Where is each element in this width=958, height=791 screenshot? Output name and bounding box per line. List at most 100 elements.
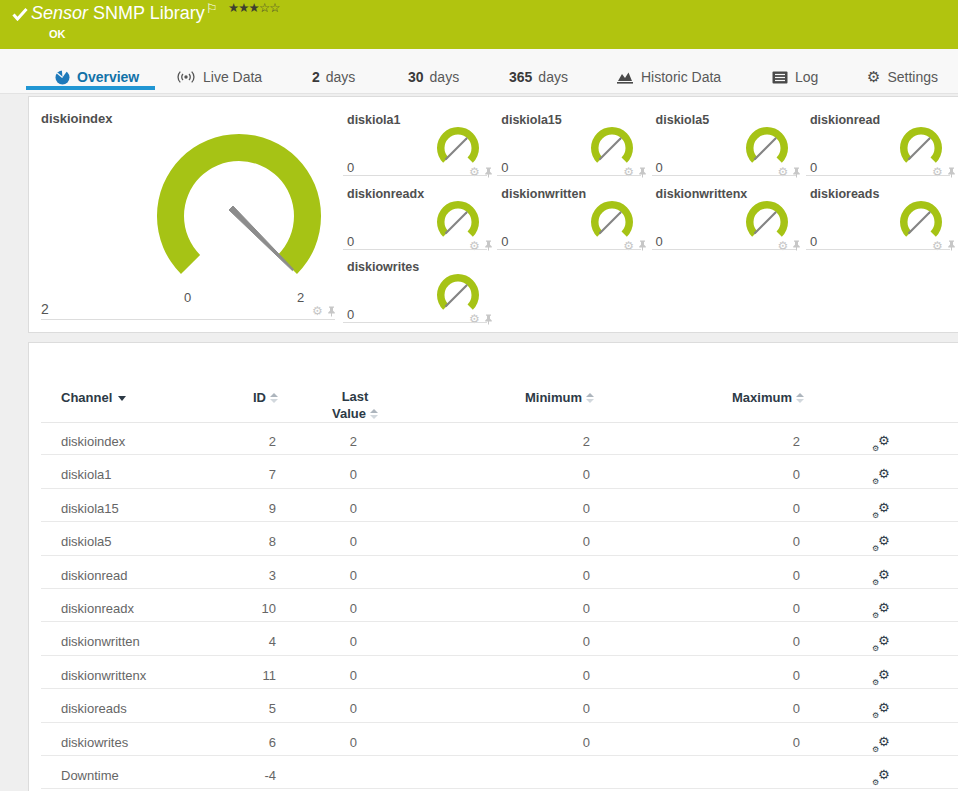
channel-minimum: 0 xyxy=(429,592,590,625)
channel-minimum: 0 xyxy=(429,625,590,658)
gauge-gear-icon[interactable]: ⚙ xyxy=(469,240,480,252)
channel-id: 8 xyxy=(161,525,276,558)
channel-settings-gears-icon[interactable]: ⚙⚙ xyxy=(872,525,898,558)
column-header-minimum[interactable]: Minimum xyxy=(429,390,594,405)
channel-last-value: 2 xyxy=(291,425,357,458)
gauge-pin-icon[interactable] xyxy=(327,306,336,317)
channel-settings-gears-icon[interactable]: ⚙⚙ xyxy=(872,759,898,791)
channel-settings-gears-icon[interactable]: ⚙⚙ xyxy=(872,692,898,725)
channel-name-link[interactable]: diskioreads xyxy=(61,692,127,725)
channel-last-value: 0 xyxy=(291,525,357,558)
log-icon xyxy=(772,71,788,84)
channel-name-link[interactable]: diskionwritten xyxy=(61,625,140,658)
live-data-icon xyxy=(176,70,196,84)
channel-settings-gears-icon[interactable]: ⚙⚙ xyxy=(872,592,898,625)
channel-name-link[interactable]: diskionwrittenx xyxy=(61,659,146,692)
gauge-gear-icon[interactable]: ⚙ xyxy=(778,240,789,252)
small-gauge-cell: diskionwrittenx 0 ⚙ xyxy=(652,187,796,254)
channel-minimum: 0 xyxy=(429,659,590,692)
column-header-last-value[interactable]: LastValue xyxy=(300,388,410,422)
channel-name-link[interactable]: diskioindex xyxy=(61,425,125,458)
channel-name-link[interactable]: diskiola1 xyxy=(61,458,112,491)
small-gauge-title: diskiola5 xyxy=(656,113,710,127)
channel-settings-gears-icon[interactable]: ⚙⚙ xyxy=(872,625,898,658)
gauges-panel: diskioindex 0 2 2 ⚙ diskiola1 0 ⚙ diskio… xyxy=(28,96,958,333)
flag-icon[interactable]: ⚐ xyxy=(206,1,218,16)
table-row: diskiowrites 6 0 0 0 ⚙⚙ xyxy=(41,723,958,756)
channel-last-value: 0 xyxy=(291,592,357,625)
small-gauge-actions: ⚙ xyxy=(623,240,647,252)
gauge-gear-icon[interactable]: ⚙ xyxy=(932,166,943,178)
small-gauge-actions: ⚙ xyxy=(778,166,802,178)
channel-minimum: 2 xyxy=(429,425,590,458)
tab-2-days[interactable]: 2 days xyxy=(312,62,355,92)
gauge-divider xyxy=(497,249,641,250)
channel-settings-gears-icon[interactable]: ⚙⚙ xyxy=(872,726,898,759)
priority-stars[interactable]: ★★★☆☆ xyxy=(228,0,280,15)
small-gauge-actions: ⚙ xyxy=(778,240,802,252)
tab-365-days[interactable]: 365 days xyxy=(509,62,568,92)
small-gauge-value: 0 xyxy=(347,160,354,175)
channel-minimum: 0 xyxy=(429,726,590,759)
channel-id: 4 xyxy=(161,625,276,658)
tab-settings[interactable]: ⚙ Settings xyxy=(867,62,938,92)
channel-maximum: 2 xyxy=(669,425,800,458)
channel-id: 6 xyxy=(161,726,276,759)
gauge-gear-icon[interactable]: ⚙ xyxy=(623,166,634,178)
tab-30-days[interactable]: 30 days xyxy=(408,62,459,92)
channel-maximum: 0 xyxy=(669,726,800,759)
table-row: diskionwritten 4 0 0 0 ⚙⚙ xyxy=(41,622,958,655)
column-header-id[interactable]: ID xyxy=(149,390,278,405)
channel-settings-gears-icon[interactable]: ⚙⚙ xyxy=(872,659,898,692)
small-gauge-cell: diskiola1 0 ⚙ xyxy=(343,113,487,180)
channel-maximum: 0 xyxy=(669,592,800,625)
gauge-gear-icon[interactable]: ⚙ xyxy=(469,313,480,325)
small-gauge-cell: diskionwritten 0 ⚙ xyxy=(497,187,641,254)
channel-settings-gears-icon[interactable]: ⚙⚙ xyxy=(872,425,898,458)
channel-name-link[interactable]: diskionread xyxy=(61,559,128,592)
table-row: diskioindex 2 2 2 2 ⚙⚙ xyxy=(41,422,958,455)
channel-minimum: 0 xyxy=(429,458,590,491)
status-badge: OK xyxy=(49,28,66,40)
channel-last-value: 0 xyxy=(291,726,357,759)
gauge-gear-icon[interactable]: ⚙ xyxy=(312,305,323,317)
channel-minimum: 0 xyxy=(429,692,590,725)
gauge-gear-icon[interactable]: ⚙ xyxy=(778,166,789,178)
channel-settings-gears-icon[interactable]: ⚙⚙ xyxy=(872,492,898,525)
historic-data-icon xyxy=(617,70,634,84)
gauge-divider xyxy=(343,175,487,176)
tab-log[interactable]: Log xyxy=(772,62,818,92)
main-gauge-actions: ⚙ xyxy=(312,305,336,317)
channels-table-panel: Channel ID LastValue Minimum Maximum dis… xyxy=(28,342,958,791)
gauge-divider xyxy=(343,322,487,323)
channel-id: 10 xyxy=(161,592,276,625)
gauge-gear-icon[interactable]: ⚙ xyxy=(932,240,943,252)
small-gauge-cell: diskiowrites 0 ⚙ xyxy=(343,260,487,327)
title-prefix: Sensor xyxy=(31,3,88,23)
tab-historic-data[interactable]: Historic Data xyxy=(617,62,721,92)
gauge-gear-icon[interactable]: ⚙ xyxy=(469,166,480,178)
channel-name-link[interactable]: diskiowrites xyxy=(61,726,128,759)
channel-id: 5 xyxy=(161,692,276,725)
tab-live-data[interactable]: Live Data xyxy=(176,62,262,92)
channel-name-link[interactable]: diskiola5 xyxy=(61,525,112,558)
table-row: Downtime -4 ⚙⚙ xyxy=(41,756,958,789)
gauge-divider xyxy=(343,249,487,250)
small-gauge-title: diskiola1 xyxy=(347,113,401,127)
small-gauge-actions: ⚙ xyxy=(469,240,493,252)
column-header-channel[interactable]: Channel xyxy=(61,390,126,405)
small-gauge-actions: ⚙ xyxy=(932,166,956,178)
channel-name-link[interactable]: diskiola15 xyxy=(61,492,119,525)
sort-caret-icon xyxy=(118,396,126,401)
main-gauge-scale-max: 2 xyxy=(297,290,304,305)
small-gauge-value: 0 xyxy=(810,234,817,249)
channel-settings-gears-icon[interactable]: ⚙⚙ xyxy=(872,559,898,592)
channel-name-link[interactable]: Downtime xyxy=(61,759,119,791)
gauge-gear-icon[interactable]: ⚙ xyxy=(623,240,634,252)
small-gauge-title: diskionwrittenx xyxy=(656,187,748,201)
channel-settings-gears-icon[interactable]: ⚙⚙ xyxy=(872,458,898,491)
small-gauge-actions: ⚙ xyxy=(623,166,647,178)
column-header-maximum[interactable]: Maximum xyxy=(639,390,804,405)
channel-name-link[interactable]: diskionreadx xyxy=(61,592,134,625)
gear-icon: ⚙ xyxy=(867,68,880,86)
